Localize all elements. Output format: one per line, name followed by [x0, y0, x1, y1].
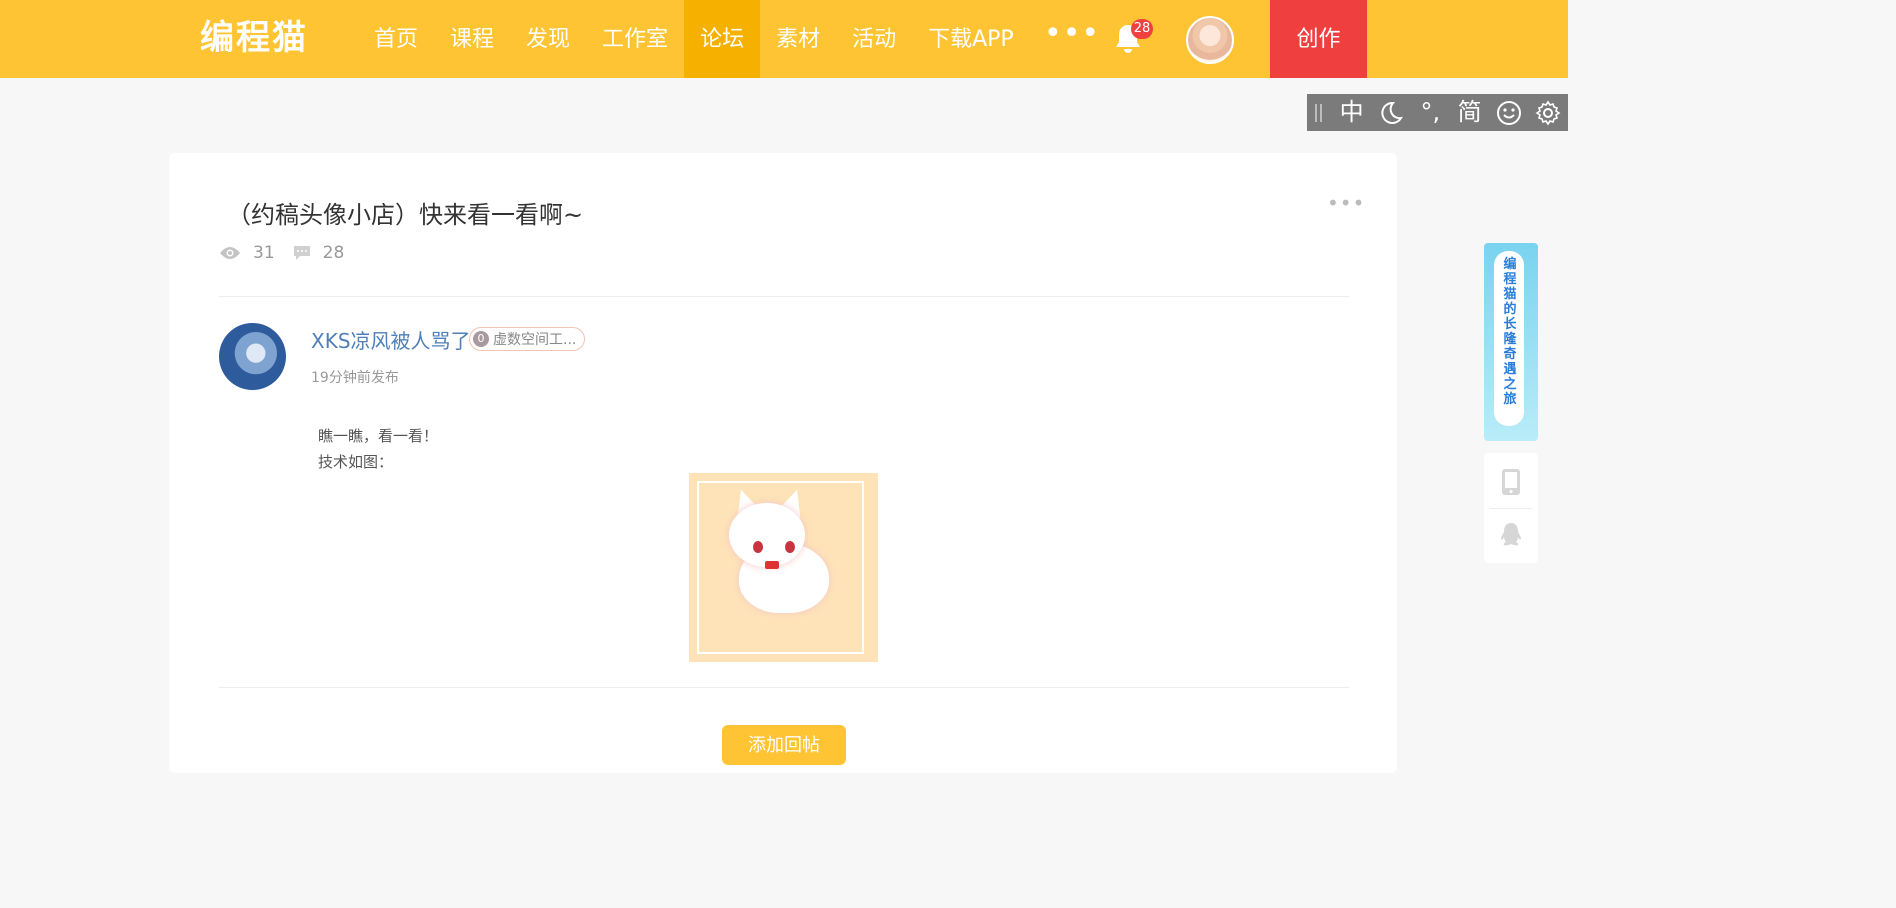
nav-forum[interactable]: 论坛 — [684, 0, 761, 78]
moon-icon[interactable] — [1371, 100, 1410, 126]
side-promo-banner[interactable]: 编程猫的长隆奇遇之旅 — [1484, 243, 1538, 441]
nav-courses[interactable]: 课程 — [434, 0, 510, 78]
comment-icon — [293, 246, 310, 260]
level-title: 虚数空间工... — [493, 332, 577, 348]
gear-icon[interactable] — [1529, 100, 1568, 126]
cat-eye — [785, 541, 795, 553]
divider — [1490, 508, 1532, 509]
body-line: 技术如图： — [318, 453, 394, 471]
author-avatar[interactable] — [219, 323, 286, 390]
nav-studio[interactable]: 工作室 — [586, 0, 684, 78]
author-level-badge[interactable]: 0 虚数空间工... — [469, 327, 586, 351]
post-title: （约稿头像小店）快来看一看啊~ — [227, 201, 584, 229]
divider — [219, 687, 1349, 688]
main-nav: 首页 课程 发现 工作室 论坛 素材 活动 下载APP — [358, 0, 1030, 78]
post-image-cat[interactable] — [689, 473, 878, 662]
post-body: 瞧一瞧，看一看！ 技术如图： — [318, 423, 438, 475]
phone-icon[interactable] — [1501, 468, 1521, 500]
nav-events[interactable]: 活动 — [836, 0, 912, 78]
body-line: 瞧一瞧，看一看！ — [318, 427, 439, 445]
divider — [219, 296, 1349, 297]
side-tools — [1484, 453, 1538, 563]
post-more-icon[interactable]: ••• — [1327, 193, 1364, 213]
eye-icon — [220, 247, 240, 259]
punctuation-toggle[interactable]: °, — [1411, 94, 1450, 131]
top-navbar: 编程猫 首页 课程 发现 工作室 论坛 素材 活动 下载APP ••• 28 创… — [0, 0, 1568, 78]
nav-more-icon[interactable]: ••• — [1044, 19, 1099, 54]
comment-count: 28 — [322, 243, 345, 263]
user-avatar[interactable] — [1186, 16, 1234, 64]
qq-icon[interactable] — [1499, 521, 1523, 553]
cat-eye — [753, 541, 763, 553]
post-time: 19分钟前发布 — [311, 370, 399, 386]
nav-download-app[interactable]: 下载APP — [912, 0, 1030, 78]
level-number: 0 — [473, 331, 489, 347]
post-card: （约稿头像小店）快来看一看啊~ ••• 31 28 XKS凉风被人骂了 0 虚数… — [169, 153, 1397, 773]
author-name[interactable]: XKS凉风被人骂了 — [311, 325, 471, 354]
cat-bow — [765, 561, 779, 569]
grip-icon[interactable] — [1315, 103, 1322, 122]
post-stats: 31 28 — [219, 243, 362, 263]
view-count: 31 — [253, 243, 275, 263]
nav-discover[interactable]: 发现 — [510, 0, 586, 78]
simplified-toggle[interactable]: 简 — [1450, 94, 1489, 131]
add-reply-button[interactable]: 添加回帖 — [722, 725, 846, 765]
banner-text: 编程猫的长隆奇遇之旅 — [1503, 257, 1517, 407]
create-button[interactable]: 创作 — [1270, 0, 1367, 78]
reading-toolbar: 中 °, 简 — [1307, 94, 1568, 131]
smile-icon[interactable] — [1489, 100, 1528, 126]
nav-materials[interactable]: 素材 — [760, 0, 836, 78]
site-logo[interactable]: 编程猫 — [200, 16, 308, 60]
nav-home[interactable]: 首页 — [358, 0, 434, 78]
language-toggle[interactable]: 中 — [1332, 94, 1371, 131]
notification-badge: 28 — [1131, 19, 1153, 39]
cat-head — [729, 503, 805, 567]
